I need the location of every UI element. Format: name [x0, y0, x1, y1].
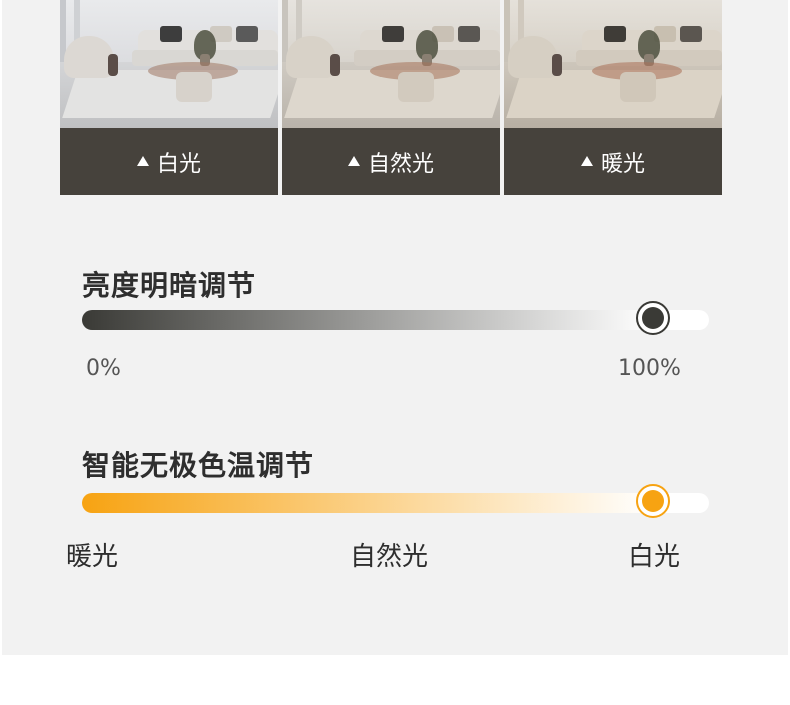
triangle-up-icon [136, 155, 149, 166]
color-temp-label-natural: 自然光 [350, 542, 429, 572]
brightness-max-label: 100% [618, 356, 681, 381]
triangle-up-icon [580, 155, 593, 166]
brightness-slider-fill [82, 310, 653, 330]
light-mode-caption-natural: 自然光 [282, 128, 500, 195]
room-photo-warm [504, 0, 722, 128]
light-mode-label: 暖光 [600, 151, 645, 177]
light-mode-card-white[interactable]: 白光 [60, 0, 278, 195]
brightness-knob-dot [642, 307, 664, 329]
color-temp-label-warm: 暖光 [66, 542, 119, 572]
product-panel: 白光 自然光 暖光 亮度明暗调节 0% 100% 智能无极色温调节 暖光 自然光… [2, 0, 788, 655]
light-mode-card-natural[interactable]: 自然光 [282, 0, 500, 195]
brightness-title: 亮度明暗调节 [82, 269, 257, 302]
brightness-slider-knob[interactable] [636, 301, 670, 335]
color-temp-slider-track[interactable] [82, 484, 709, 518]
light-mode-card-warm[interactable]: 暖光 [504, 0, 722, 195]
color-temp-slider-knob[interactable] [636, 484, 670, 518]
color-temp-slider-fill [82, 493, 653, 513]
light-mode-caption-warm: 暖光 [504, 128, 722, 195]
brightness-slider-track[interactable] [82, 301, 709, 335]
triangle-up-icon [347, 155, 360, 166]
color-temp-label-white: 白光 [628, 542, 681, 572]
color-temp-title: 智能无极色温调节 [82, 449, 315, 482]
light-mode-caption-white: 白光 [60, 128, 278, 195]
light-mode-label: 自然光 [367, 151, 434, 177]
room-photo-natural [282, 0, 500, 128]
room-photo-white [60, 0, 278, 128]
light-mode-label: 白光 [156, 151, 201, 177]
brightness-min-label: 0% [86, 356, 121, 381]
color-temp-knob-dot [642, 490, 664, 512]
